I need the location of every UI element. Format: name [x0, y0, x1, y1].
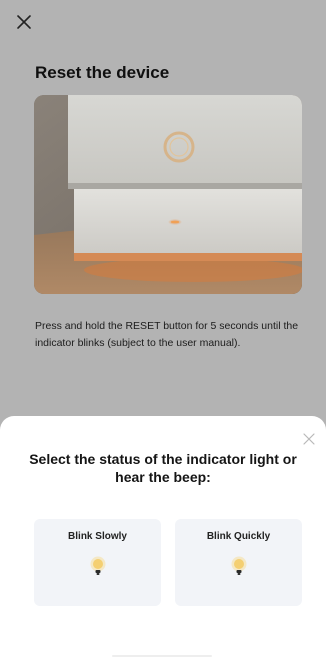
- instruction-text: Press and hold the RESET button for 5 se…: [35, 320, 299, 349]
- option-label: Blink Quickly: [206, 531, 271, 542]
- close-icon[interactable]: [14, 12, 34, 32]
- page-title: Reset the device: [35, 63, 170, 82]
- bottom-sheet: Select the status of the indicator light…: [0, 416, 326, 657]
- option-label: Blink Slowly: [68, 531, 127, 542]
- blink-slowly-option[interactable]: Blink Slowly: [34, 519, 161, 606]
- bulb-icon: [231, 555, 247, 583]
- bulb-icon: [90, 555, 106, 583]
- sheet-title: Select the status of the indicator light…: [29, 451, 297, 485]
- blink-quickly-option[interactable]: Blink Quickly: [175, 519, 302, 606]
- close-icon[interactable]: [303, 432, 315, 445]
- device-photo: [34, 95, 302, 294]
